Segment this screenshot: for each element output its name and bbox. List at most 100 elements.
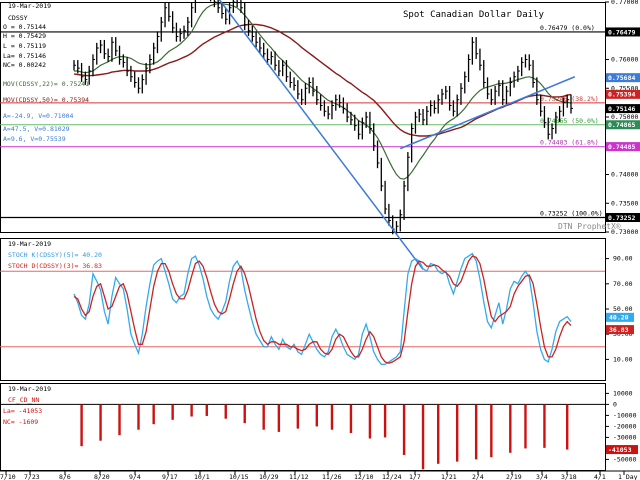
cot-bar [421,404,425,470]
cot-bar [118,404,121,436]
trendline [218,0,424,270]
cot-y-tick-label: -30000 [613,433,637,441]
cot-value-label: -41053 [608,446,632,454]
stoch-date-label: 19-Mar-2019 [8,240,52,248]
price-label-value: 0.75146 [608,105,635,113]
cot-bar [296,404,300,429]
chart-title: Spot Canadian Dollar Daily [403,10,544,20]
cot-bar [349,404,353,433]
cot-bar [277,404,281,432]
price-label-value: 0.74865 [608,121,635,129]
cot-name-label: CF_CD_NN [8,396,40,404]
fib-level-annotation: 0.73252 (100.0%) [540,210,603,218]
x-tick-label: 10/1 [194,473,210,480]
price-label-value: 0.73252 [608,214,635,222]
price-date-label: 19-Mar-2019 [8,2,52,10]
x-tick-label: 12/10 [354,473,374,480]
cot-bar [262,404,265,430]
cot-bar [205,404,208,416]
cot-bar [437,404,440,464]
stoch-value-label: 40.20 [609,314,629,322]
x-tick-label: 8/20 [94,473,110,480]
cot-nc-label: NC= -1609 [3,418,39,426]
cot-bar [152,404,155,425]
cot-bar [171,404,174,420]
ohlc-open: O = 0.75144 [3,23,47,31]
x-tick-label: 7/23 [24,473,40,480]
x-tick-label: 11/12 [289,473,309,480]
price-y-tick-label: 0.73500 [611,199,638,207]
cot-y-tick-label: -10000 [613,411,637,419]
cot-bar [566,404,569,450]
ohlc-low: L = 0.75119 [3,42,47,50]
cot-y-tick-label: -20000 [613,422,637,430]
cot-bar [524,404,527,449]
cot-bar [224,404,227,419]
ma-fast-label: MOV(CDSSY,22)= 0.75241 [3,80,90,88]
ohlc-netchange: NC= 0.00242 [3,61,47,69]
fib-level-annotation: 0.74483 (61.8%) [540,139,599,147]
x-tick-label: 12/24 [382,473,402,480]
stoch-y-tick-label: 10.00 [613,355,633,363]
cot-bar [368,404,372,439]
stoch-k-line [73,252,572,366]
stoch-y-tick-label: 70.00 [613,280,633,288]
x-tick-label: 9/17 [162,473,178,480]
price-y-tick-label: 0.76000 [611,56,638,64]
stoch-d-label: STOCH D(CDSSY)(3)= 36.83 [8,262,102,270]
x-tick-label: 1/7 [409,473,421,480]
price-label-value: 0.74485 [608,143,635,151]
cot-bar [383,404,387,438]
cot-bar [402,404,406,455]
cot-bar [490,404,493,458]
x-tick-label: 2/19 [506,473,522,480]
x-tick-label: 11/26 [322,473,342,480]
cot-bar [99,404,102,441]
cot-bar [243,404,246,424]
price-label-value: 0.75394 [608,91,635,99]
price-y-tick-label: 0.74000 [611,171,638,179]
x-tick-label: 3/18 [561,473,577,480]
cot-y-tick-label: 10000 [613,389,633,397]
price-y-tick-label: 0.77000 [611,0,638,6]
price-y-tick-label: 0.75000 [611,113,638,121]
stoch-y-tick-label: 50.00 [613,305,633,313]
x-tick-label: 8/6 [59,473,71,480]
cot-y-tick-label: 0 [613,400,617,408]
cot-panel-frame [0,383,606,471]
x-tick-label: 2/4 [472,473,484,480]
stoch-panel-frame [0,238,606,381]
stoch-k-label: STOCH K(CDSSY)(5)= 40.20 [8,251,102,259]
x-tick-label: 4/1 [594,473,606,480]
stoch-value-label: 36.83 [609,326,629,334]
cot-bar [543,404,546,448]
x-tick-label: 10/29 [259,473,279,480]
cot-bar [80,404,83,447]
fib-label-1: A=-24.9, V=0.71004 [3,112,74,120]
x-tick-label: 10/15 [229,473,249,480]
cot-bar [190,404,193,417]
x-tick-label: 1 Day [618,473,638,480]
price-panel-frame [0,2,606,233]
x-tick-label: 9/4 [129,473,141,480]
price-label-value: 0.75684 [608,74,635,82]
cot-bar [330,404,334,430]
cot-bar [315,404,319,427]
fib-level-annotation: 0.76479 (0.0%) [540,24,595,32]
ma-slow-label: MOV(CDSSY,50)= 0.75394 [3,96,90,104]
cot-la-label: La= -41053 [3,407,43,415]
price-symbol-label: CDSSY [8,14,28,22]
cot-bar [509,404,512,453]
cot-bar [455,404,459,462]
stoch-y-tick-label: 90.00 [613,255,633,263]
x-tick-label: 7/10 [0,473,16,480]
x-tick-label: 3/4 [536,473,548,480]
ohlc-high: H = 0.75429 [3,32,47,40]
watermark: DTN ProphetX® [558,222,621,231]
cot-bar [474,404,478,460]
cot-date-label: 19-Mar-2019 [8,385,52,393]
ohlc-last: La= 0.75146 [3,52,47,60]
chart-svg: 0.770000.765000.760000.755000.750000.745… [0,0,640,480]
price-label-value: 0.76479 [608,28,635,36]
x-tick-label: 1/21 [441,473,457,480]
